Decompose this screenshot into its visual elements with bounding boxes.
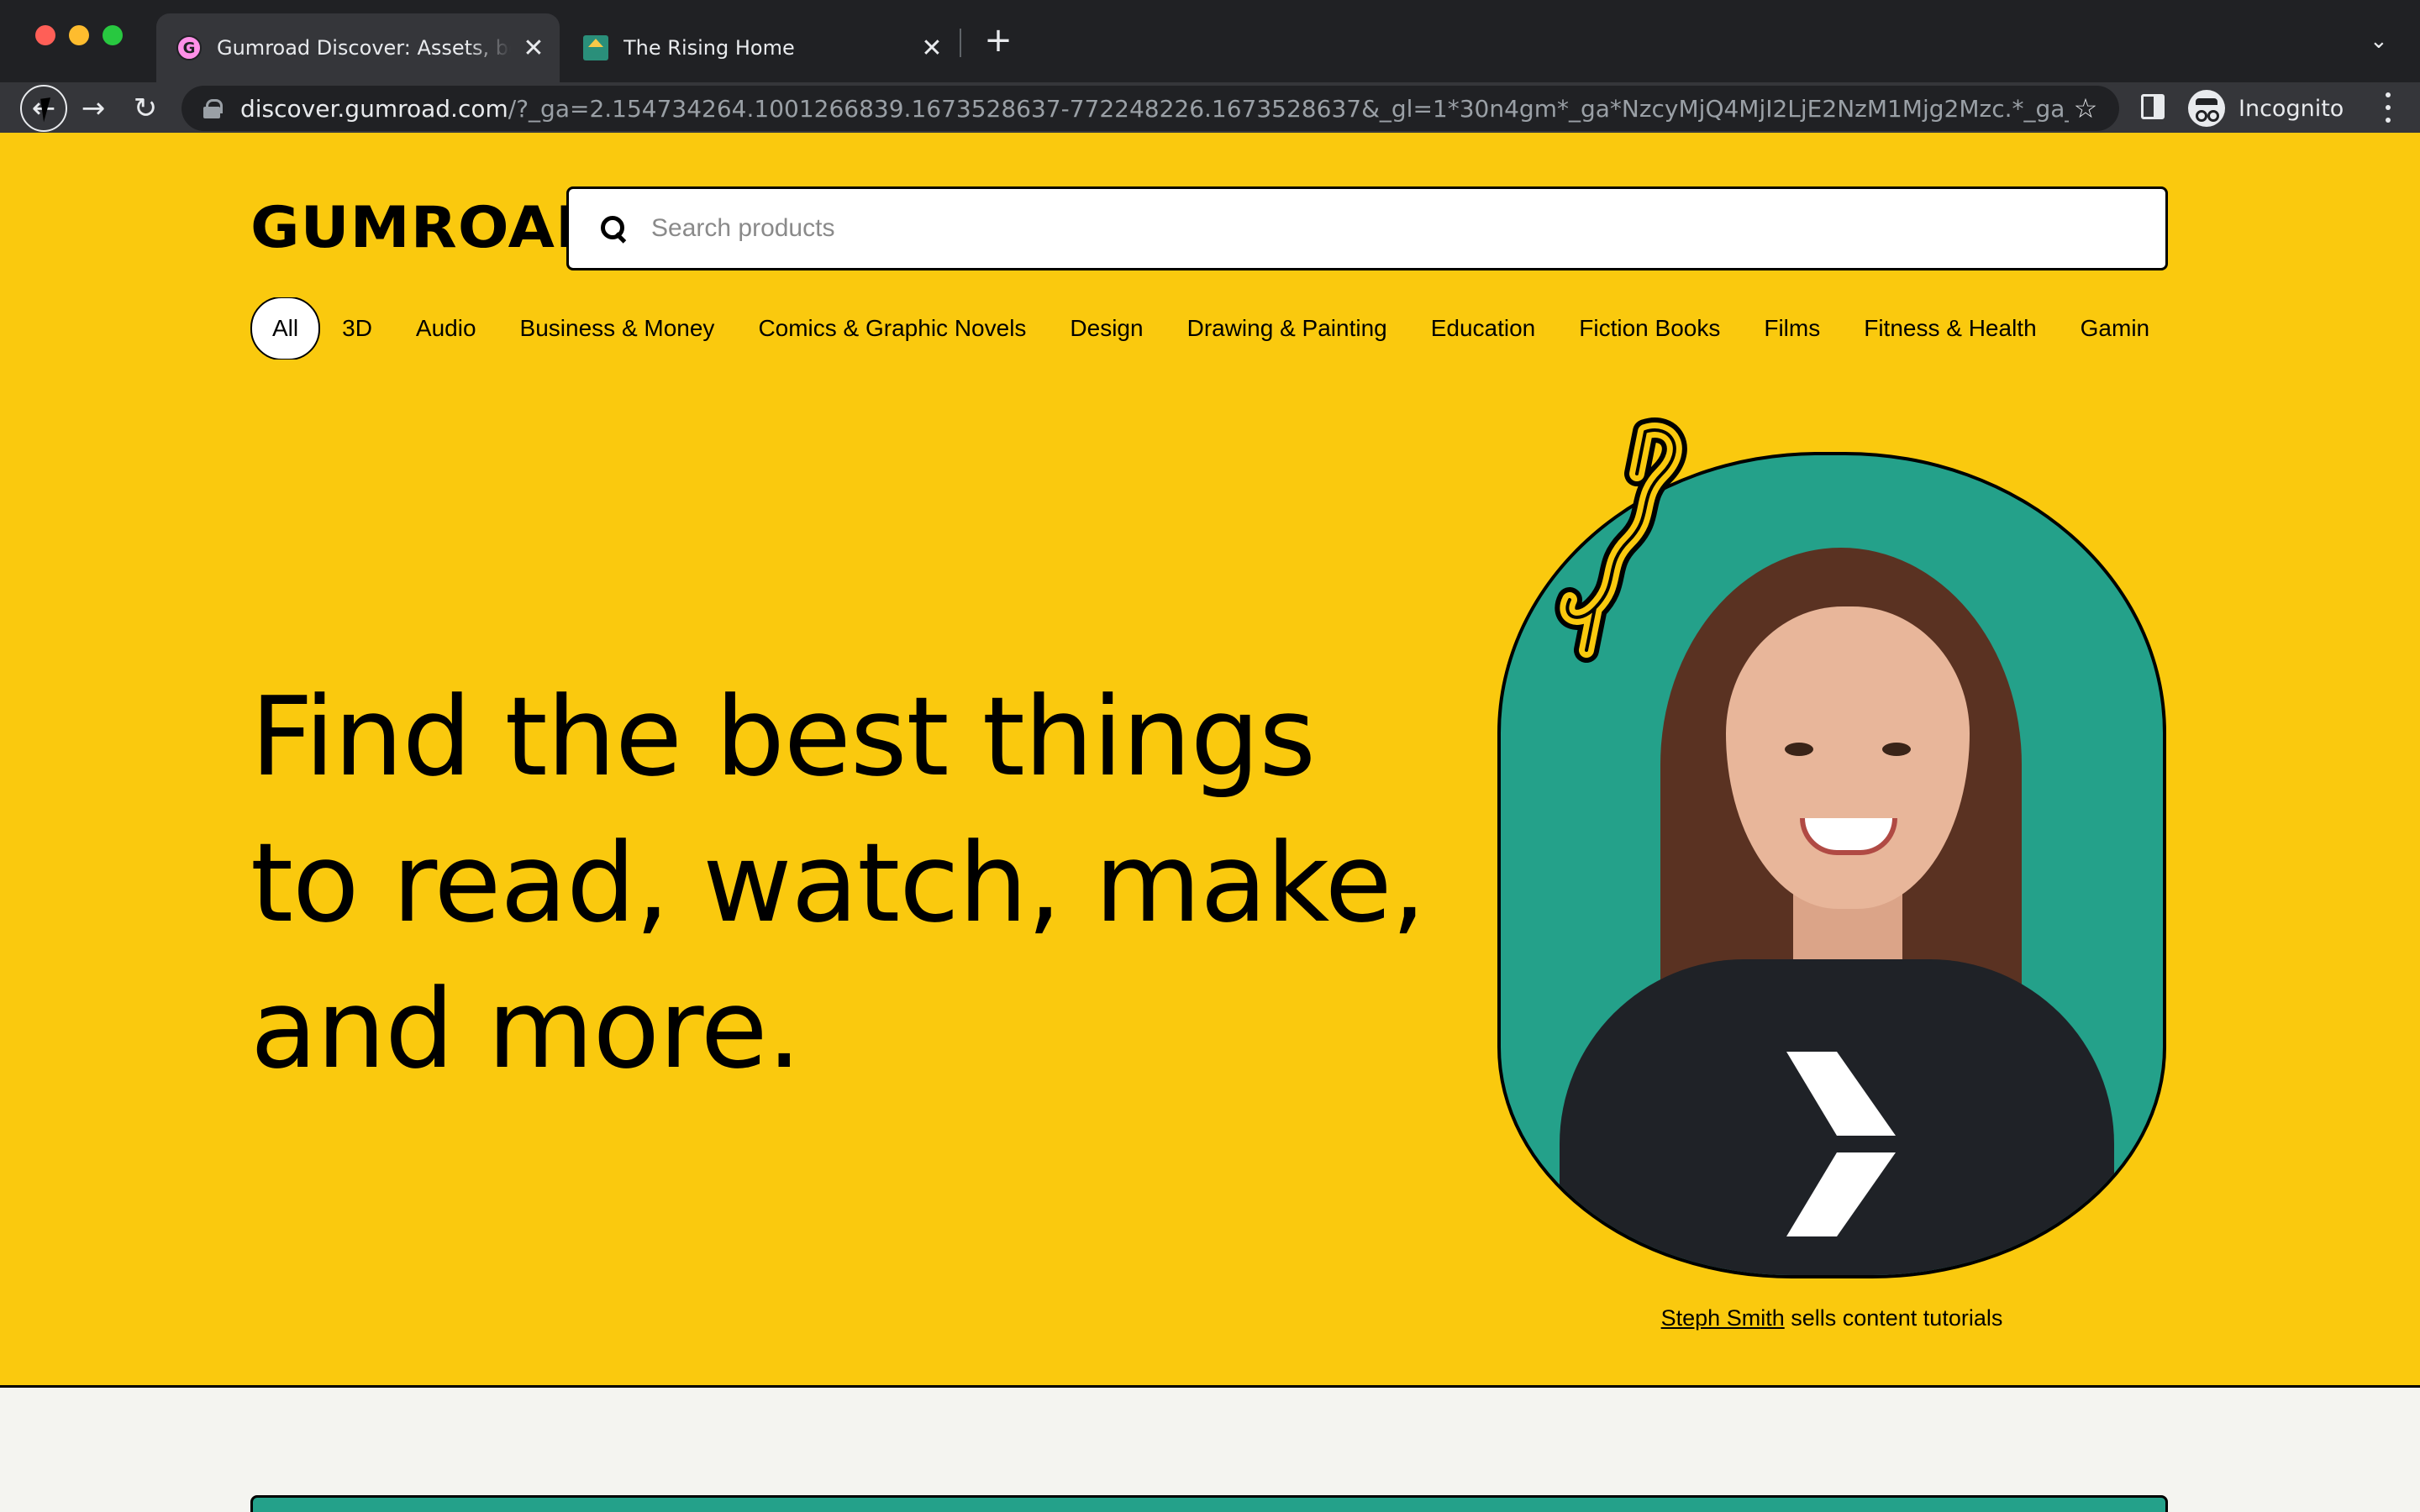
tab-divider — [960, 29, 961, 57]
tab-title: Gumroad Discover: Assets, books, courses… — [217, 36, 511, 60]
headline-line: and more. — [250, 965, 802, 1093]
profile-button[interactable]: Incognito — [2188, 87, 2344, 129]
maximize-window-button[interactable] — [103, 25, 123, 45]
house-icon — [583, 35, 608, 60]
incognito-icon — [2188, 90, 2225, 127]
category-gaming[interactable]: Gamin — [2081, 315, 2149, 342]
close-tab-icon[interactable]: ✕ — [521, 34, 546, 63]
category-audio[interactable]: Audio — [416, 315, 476, 342]
browser-menu-icon[interactable] — [2380, 92, 2396, 123]
mouse-cursor — [40, 96, 64, 123]
bookmark-star-icon[interactable]: ☆ — [2069, 92, 2102, 124]
shirt-logo-icon — [1786, 1052, 1896, 1236]
reload-button[interactable]: ↻ — [123, 86, 168, 131]
creator-credit-suffix: sells content tutorials — [1784, 1305, 2003, 1331]
category-3d[interactable]: 3D — [342, 315, 372, 342]
category-fiction-books[interactable]: Fiction Books — [1579, 315, 1720, 342]
gumroad-g-icon: G — [176, 35, 202, 60]
forward-button[interactable]: → — [71, 86, 116, 131]
category-films[interactable]: Films — [1764, 315, 1820, 342]
headline-line: Find the best things — [250, 673, 1316, 801]
url-query: /?_ga=2.154734264.1001266839.1673528637-… — [508, 94, 2069, 123]
content-section — [0, 1390, 2420, 1512]
address-bar[interactable]: discover.gumroad.com/?_ga=2.154734264.10… — [182, 86, 2119, 131]
portrait-eye — [1785, 743, 1813, 756]
featured-card[interactable] — [250, 1495, 2168, 1512]
search-icon — [601, 216, 626, 241]
tab-title: The Rising Home — [623, 36, 795, 60]
lock-icon[interactable] — [203, 99, 223, 118]
category-business-money[interactable]: Business & Money — [520, 315, 715, 342]
creator-link[interactable]: Steph Smith — [1661, 1305, 1785, 1331]
search-input[interactable] — [651, 214, 2165, 243]
url-text[interactable]: discover.gumroad.com/?_ga=2.154734264.10… — [240, 95, 2069, 123]
category-fitness-health[interactable]: Fitness & Health — [1864, 315, 2036, 342]
profile-label: Incognito — [2238, 95, 2344, 122]
category-all[interactable]: All — [250, 297, 321, 360]
headline-line: to read, watch, make, — [250, 819, 1426, 947]
category-education[interactable]: Education — [1431, 315, 1536, 342]
search-bar[interactable] — [566, 186, 2168, 270]
tab-gumroad-discover[interactable]: G Gumroad Discover: Assets, books, cours… — [156, 13, 560, 82]
dollar-sign-icon — [1555, 417, 1687, 663]
tab-rising-home[interactable]: The Rising Home ✕ — [563, 13, 958, 82]
browser-chrome: G Gumroad Discover: Assets, books, cours… — [0, 0, 2420, 134]
hero-headline: Find the best things to read, watch, mak… — [250, 664, 1444, 1102]
minimize-window-button[interactable] — [69, 25, 89, 45]
tab-search-chevron-icon[interactable]: ⌄ — [2370, 29, 2395, 54]
portrait-smile — [1800, 818, 1897, 855]
tab-strip: G Gumroad Discover: Assets, books, cours… — [0, 0, 2420, 82]
category-comics-graphic-novels[interactable]: Comics & Graphic Novels — [758, 315, 1026, 342]
category-nav: All 3D Audio Business & Money Comics & G… — [250, 297, 2168, 360]
browser-toolbar: ← → ↻ discover.gumroad.com/?_ga=2.154734… — [0, 82, 2420, 134]
close-tab-icon[interactable]: ✕ — [919, 34, 944, 63]
side-panel-icon[interactable] — [2141, 94, 2165, 119]
portrait-eye — [1882, 743, 1911, 756]
gumroad-logo[interactable]: GUMROAD — [250, 195, 606, 261]
category-design[interactable]: Design — [1070, 315, 1143, 342]
category-drawing-painting[interactable]: Drawing & Painting — [1187, 315, 1387, 342]
new-tab-button[interactable]: + — [981, 24, 1015, 59]
creator-credit: Steph Smith sells content tutorials — [1497, 1305, 2166, 1331]
url-host: discover.gumroad.com — [240, 94, 508, 123]
close-window-button[interactable] — [35, 25, 55, 45]
